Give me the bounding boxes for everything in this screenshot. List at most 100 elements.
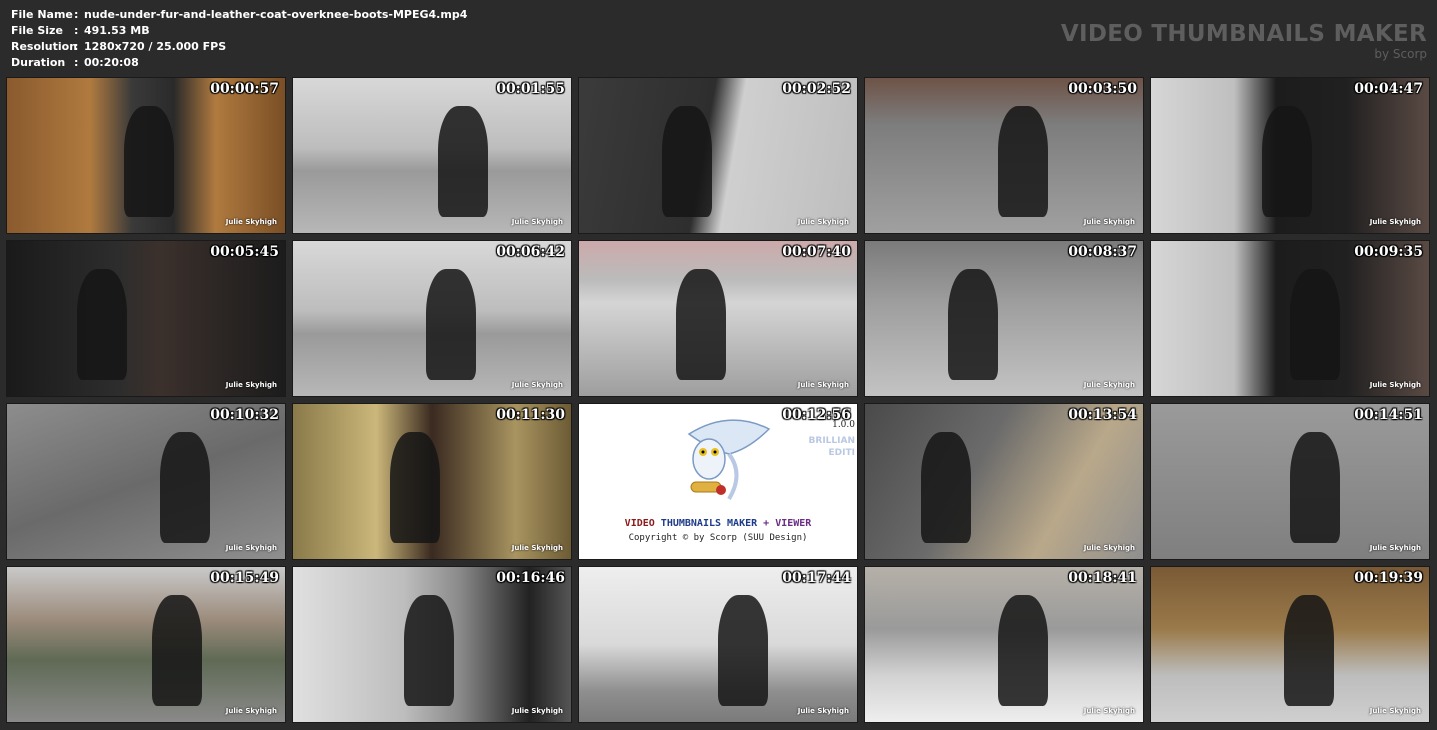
person-figure xyxy=(76,268,127,381)
edition-line: EDITI xyxy=(828,448,855,458)
person-figure xyxy=(998,594,1049,707)
thumbnail[interactable]: Julie Skyhigh 00:04:47 xyxy=(1150,77,1430,234)
thumbnail[interactable]: Julie Skyhigh 00:07:40 xyxy=(578,240,858,397)
watermark-text: Julie Skyhigh xyxy=(797,381,849,389)
edition-line: BRILLIAN xyxy=(808,436,855,446)
watermark-text: Julie Skyhigh xyxy=(511,381,563,389)
person-figure xyxy=(426,268,477,381)
thumbnail[interactable]: Julie Skyhigh 00:14:51 xyxy=(1150,403,1430,560)
person-figure xyxy=(1290,431,1341,544)
thumbnail[interactable]: Julie Skyhigh 00:05:45 xyxy=(6,240,286,397)
product-name-part: VIDEO xyxy=(624,518,661,529)
timestamp: 00:03:50 xyxy=(1068,81,1137,97)
thumbnail[interactable]: Julie Skyhigh 00:17:44 xyxy=(578,566,858,723)
timestamp: 00:12:56 xyxy=(782,407,851,423)
watermark-text: Julie Skyhigh xyxy=(797,707,849,715)
person-figure xyxy=(159,431,210,544)
watermark-text: Julie Skyhigh xyxy=(1083,381,1135,389)
person-figure xyxy=(123,105,174,218)
product-name-part: THUMBNAILS MAKER xyxy=(660,518,764,529)
thumbnail[interactable]: Julie Skyhigh 00:00:57 xyxy=(6,77,286,234)
person-figure xyxy=(1290,268,1341,381)
duration-label: Duration xyxy=(11,56,66,69)
person-figure xyxy=(662,105,713,218)
duration-value: 00:20:08 xyxy=(84,56,139,69)
timestamp: 00:09:35 xyxy=(1354,244,1423,260)
watermark-text: Julie Skyhigh xyxy=(225,544,277,552)
thumbnail-grid: Julie Skyhigh 00:00:57 Julie Skyhigh 00:01:… xyxy=(6,77,1430,723)
product-name-part: + VIEWER xyxy=(763,518,812,529)
file-name-label: File Name xyxy=(11,8,73,21)
file-info-panel: File Name : nude-under-fur-and-leather-c… xyxy=(11,7,467,71)
person-figure xyxy=(676,268,727,381)
thumbnail[interactable]: Julie Skyhigh 00:13:54 xyxy=(864,403,1144,560)
timestamp: 00:07:40 xyxy=(782,244,851,260)
person-figure xyxy=(1284,594,1335,707)
resolution-value: 1280x720 / 25.000 FPS xyxy=(84,40,227,53)
timestamp: 00:16:46 xyxy=(496,570,565,586)
watermark-text: Julie Skyhigh xyxy=(1369,218,1421,226)
watermark-text: Julie Skyhigh xyxy=(511,707,563,715)
timestamp: 00:00:57 xyxy=(210,81,279,97)
brand-subtitle: by Scorp xyxy=(1374,47,1427,61)
thumbnail[interactable]: Julie Skyhigh 00:15:49 xyxy=(6,566,286,723)
person-figure xyxy=(948,268,999,381)
file-size-value: 491.53 MB xyxy=(84,24,150,37)
copyright-text: Copyright © by Scorp (SUU Design) xyxy=(628,533,808,543)
timestamp: 00:19:39 xyxy=(1354,570,1423,586)
thumbnail-image xyxy=(293,78,571,233)
resolution-row: Resolution : 1280x720 / 25.000 FPS xyxy=(11,39,467,55)
thumbnail[interactable]: Julie Skyhigh 00:06:42 xyxy=(292,240,572,397)
thumbnail[interactable]: Julie Skyhigh 00:03:50 xyxy=(864,77,1144,234)
person-figure xyxy=(437,105,488,218)
brand-logo: VIDEO THUMBNAILS MAKER by Scorp xyxy=(1061,20,1427,61)
product-name: VIDEO THUMBNAILS MAKER + VIEWER xyxy=(579,518,857,529)
timestamp: 00:04:47 xyxy=(1354,81,1423,97)
thumbnail-image xyxy=(579,78,857,233)
separator: : xyxy=(74,8,79,21)
file-size-row: File Size : 491.53 MB xyxy=(11,23,467,39)
thumbnail[interactable]: Julie Skyhigh 00:16:46 xyxy=(292,566,572,723)
edition-text: BRILLIAN EDITI xyxy=(809,435,855,459)
person-figure xyxy=(998,105,1049,218)
watermark-text: Julie Skyhigh xyxy=(1369,544,1421,552)
timestamp: 00:13:54 xyxy=(1068,407,1137,423)
watermark-text: Julie Skyhigh xyxy=(511,544,563,552)
thumbnail[interactable]: Julie Skyhigh 00:02:52 xyxy=(578,77,858,234)
owl-logo-icon xyxy=(687,419,771,501)
thumbnail[interactable]: Julie Skyhigh 00:10:32 xyxy=(6,403,286,560)
file-size-label: File Size xyxy=(11,24,63,37)
person-figure xyxy=(390,431,441,544)
thumbnail[interactable]: Julie Skyhigh 00:09:35 xyxy=(1150,240,1430,397)
thumbnail[interactable]: Julie Skyhigh 00:18:41 xyxy=(864,566,1144,723)
thumbnail[interactable]: 1.0.0 BRILLIAN EDITI VIDEO THUMBNAILS MAKER… xyxy=(578,403,858,560)
timestamp: 00:02:52 xyxy=(782,81,851,97)
watermark-text: Julie Skyhigh xyxy=(1369,381,1421,389)
timestamp: 00:18:41 xyxy=(1068,570,1137,586)
duration-row: Duration : 00:20:08 xyxy=(11,55,467,71)
thumbnail-image xyxy=(865,241,1143,396)
timestamp: 00:06:42 xyxy=(496,244,565,260)
watermark-text: Julie Skyhigh xyxy=(225,218,277,226)
watermark-text: Julie Skyhigh xyxy=(1083,218,1135,226)
person-figure xyxy=(718,594,769,707)
thumbnail[interactable]: Julie Skyhigh 00:19:39 xyxy=(1150,566,1430,723)
thumbnail-image xyxy=(7,241,285,396)
separator: : xyxy=(74,56,79,69)
thumbnail-image xyxy=(865,404,1143,559)
person-figure xyxy=(920,431,971,544)
resolution-label: Resolution xyxy=(11,40,78,53)
thumbnail[interactable]: Julie Skyhigh 00:01:55 xyxy=(292,77,572,234)
timestamp: 00:14:51 xyxy=(1354,407,1423,423)
separator: : xyxy=(74,40,79,53)
file-name-value: nude-under-fur-and-leather-coat-overknee… xyxy=(84,8,468,21)
thumbnail-image xyxy=(7,404,285,559)
thumbnail[interactable]: Julie Skyhigh 00:11:30 xyxy=(292,403,572,560)
thumbnail[interactable]: Julie Skyhigh 00:08:37 xyxy=(864,240,1144,397)
timestamp: 00:11:30 xyxy=(496,407,565,423)
watermark-text: Julie Skyhigh xyxy=(797,218,849,226)
person-figure xyxy=(1262,105,1313,218)
watermark-text: Julie Skyhigh xyxy=(1083,544,1135,552)
watermark-text: Julie Skyhigh xyxy=(1083,707,1135,715)
timestamp: 00:17:44 xyxy=(782,570,851,586)
